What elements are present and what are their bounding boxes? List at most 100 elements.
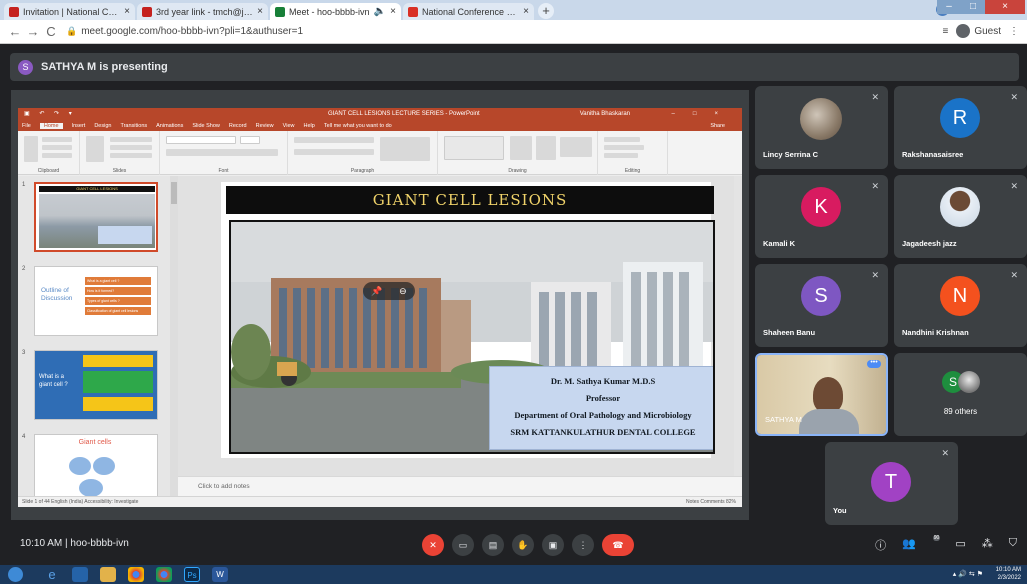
menu-view[interactable]: View [283,123,295,129]
ie-icon[interactable]: e [44,567,60,582]
reload-icon[interactable]: C [42,24,60,39]
slide-thumbnail[interactable]: Giant cells [34,434,158,496]
info-icon[interactable]: ⓘ [875,537,886,553]
font-format-buttons[interactable] [166,149,278,156]
more-options-icon[interactable]: ••• [867,359,881,368]
share-button[interactable]: Share [710,123,725,129]
start-button-icon[interactable] [8,567,23,582]
menu-transitions[interactable]: Transitions [120,123,147,129]
minimize-share-icon[interactable]: ⊖ [399,286,407,297]
participant-tile[interactable]: ✕ R Rakshanasaisree [894,86,1027,169]
slide-thumbnail[interactable]: What is a giant cell ? [34,350,158,420]
ppt-window-controls[interactable]: –□× [672,108,736,121]
self-tile[interactable]: ✕ T You [825,442,958,525]
replace-icon[interactable] [604,145,644,150]
participant-tile[interactable]: ✕ N Nandhini Krishnan [894,264,1027,347]
paste-icon[interactable] [24,136,38,162]
participant-tile[interactable]: ✕ S Shaheen Banu [755,264,888,347]
select-icon[interactable] [604,153,638,158]
raise-hand-icon[interactable]: ✋ [512,534,534,556]
shape-fill-buttons[interactable] [560,137,592,157]
menu-home[interactable]: Home [39,123,63,129]
cut-icon[interactable] [42,137,72,142]
menu-animations[interactable]: Animations [156,123,183,129]
shapes-gallery[interactable] [444,136,504,160]
slide-scrollbar[interactable] [734,176,742,476]
close-icon[interactable]: × [124,6,130,17]
copy-icon[interactable] [42,145,72,150]
quick-access-icons[interactable]: ▣ ↶ ↷ ▾ [24,108,76,121]
quick-styles-icon[interactable] [536,136,556,160]
layout-icon[interactable] [110,137,152,142]
host-controls-icon[interactable]: ⛉ [1009,537,1017,553]
url-field[interactable]: 🔒 meet.google.com/hoo-bbbb-ivn?pli=1&aut… [66,26,303,37]
close-icon[interactable]: × [257,6,263,17]
leave-call-button[interactable]: ☎ [602,534,634,556]
close-window-icon[interactable]: × [985,0,1025,14]
find-icon[interactable] [604,137,640,142]
align-buttons[interactable] [294,149,374,155]
browser-tab-active[interactable]: Meet - hoo-bbbb-ivn 🔈 × [270,3,401,20]
current-slide[interactable]: GIANT CELL LESIONS 📌 ⊖ Dr. M. Sathya Kum… [221,182,715,458]
menu-insert[interactable]: Insert [72,123,86,129]
back-icon[interactable]: ← [6,24,24,39]
activities-icon[interactable]: ⁂ [982,537,993,553]
menu-file[interactable]: File [22,123,31,129]
menu-kebab-icon[interactable]: ⋮ [1009,26,1019,37]
new-tab-button[interactable]: + [538,3,554,19]
format-painter-icon[interactable] [42,153,72,158]
present-icon[interactable]: ▣ [542,534,564,556]
app-icon[interactable] [72,567,88,582]
word-icon[interactable]: W [212,567,228,582]
menu-help[interactable]: Help [304,123,315,129]
chrome-icon[interactable] [156,567,172,582]
mic-off-icon[interactable]: ✕ [422,534,444,556]
people-icon[interactable]: 👥 90 [902,535,941,553]
slide-thumbnail[interactable]: GIANT CELL LESIONS [34,182,158,252]
tell-me-search[interactable]: Tell me what you want to do [324,123,392,129]
maximize-icon[interactable]: □ [961,0,985,14]
list-buttons[interactable] [294,137,374,143]
captions-icon[interactable]: ▤ [482,534,504,556]
profile-label[interactable]: Guest [974,26,1001,37]
font-size-select[interactable] [240,136,260,144]
menu-slide-show[interactable]: Slide Show [192,123,220,129]
reading-list-icon[interactable]: ≡ [942,26,948,37]
font-name-select[interactable] [166,136,236,144]
file-explorer-icon[interactable] [100,567,116,582]
participant-tile-speaking[interactable]: ••• SATHYA M [755,353,888,436]
arrange-icon[interactable] [510,136,532,160]
close-icon[interactable]: × [390,6,396,17]
participant-tile[interactable]: ✕ Jagadeesh jazz [894,175,1027,258]
menu-review[interactable]: Review [256,123,274,129]
status-right[interactable]: Notes Comments 82% [686,497,736,507]
thumbnails-scrollbar[interactable] [170,176,178,496]
minimize-icon[interactable]: – [937,0,961,14]
browser-tab[interactable]: National Conference on Current × [403,3,534,20]
more-options-icon[interactable]: ⋮ [572,534,594,556]
taskbar-clock[interactable]: 10:10 AM 2/3/2022 [996,566,1021,582]
others-tile[interactable]: S 89 others [894,353,1027,436]
menu-design[interactable]: Design [94,123,111,129]
chat-icon[interactable]: ▭ [955,537,965,553]
participant-tile[interactable]: ✕ K Kamali K [755,175,888,258]
close-icon[interactable]: × [523,6,529,17]
scroll-thumb[interactable] [171,182,177,204]
pin-icon[interactable]: 📌 [371,286,382,297]
text-direction-icon[interactable] [380,137,430,161]
section-icon[interactable] [110,153,152,158]
camera-icon[interactable]: ▭ [452,534,474,556]
reset-icon[interactable] [110,145,152,150]
system-tray-icons[interactable]: ▴ 🔊 ⇆ ⚑ [953,570,983,578]
notes-pane[interactable]: Click to add notes [178,476,742,496]
participant-tile[interactable]: ✕ Lincy Serrina C [755,86,888,169]
browser-tab[interactable]: 3rd year link - tmch@jerusalem.c × [137,3,268,20]
guest-avatar-icon[interactable] [956,24,971,38]
photoshop-icon[interactable]: Ps [184,567,200,582]
slide-thumbnail[interactable]: Outline of Discussion What is a giant ce… [34,266,158,336]
browser-tab[interactable]: Invitation | National Conference × [4,3,135,20]
share-overlay-controls[interactable]: 📌 ⊖ [363,282,415,300]
forward-icon[interactable]: → [24,24,42,39]
chrome-icon[interactable] [128,567,144,582]
new-slide-icon[interactable] [86,136,104,162]
